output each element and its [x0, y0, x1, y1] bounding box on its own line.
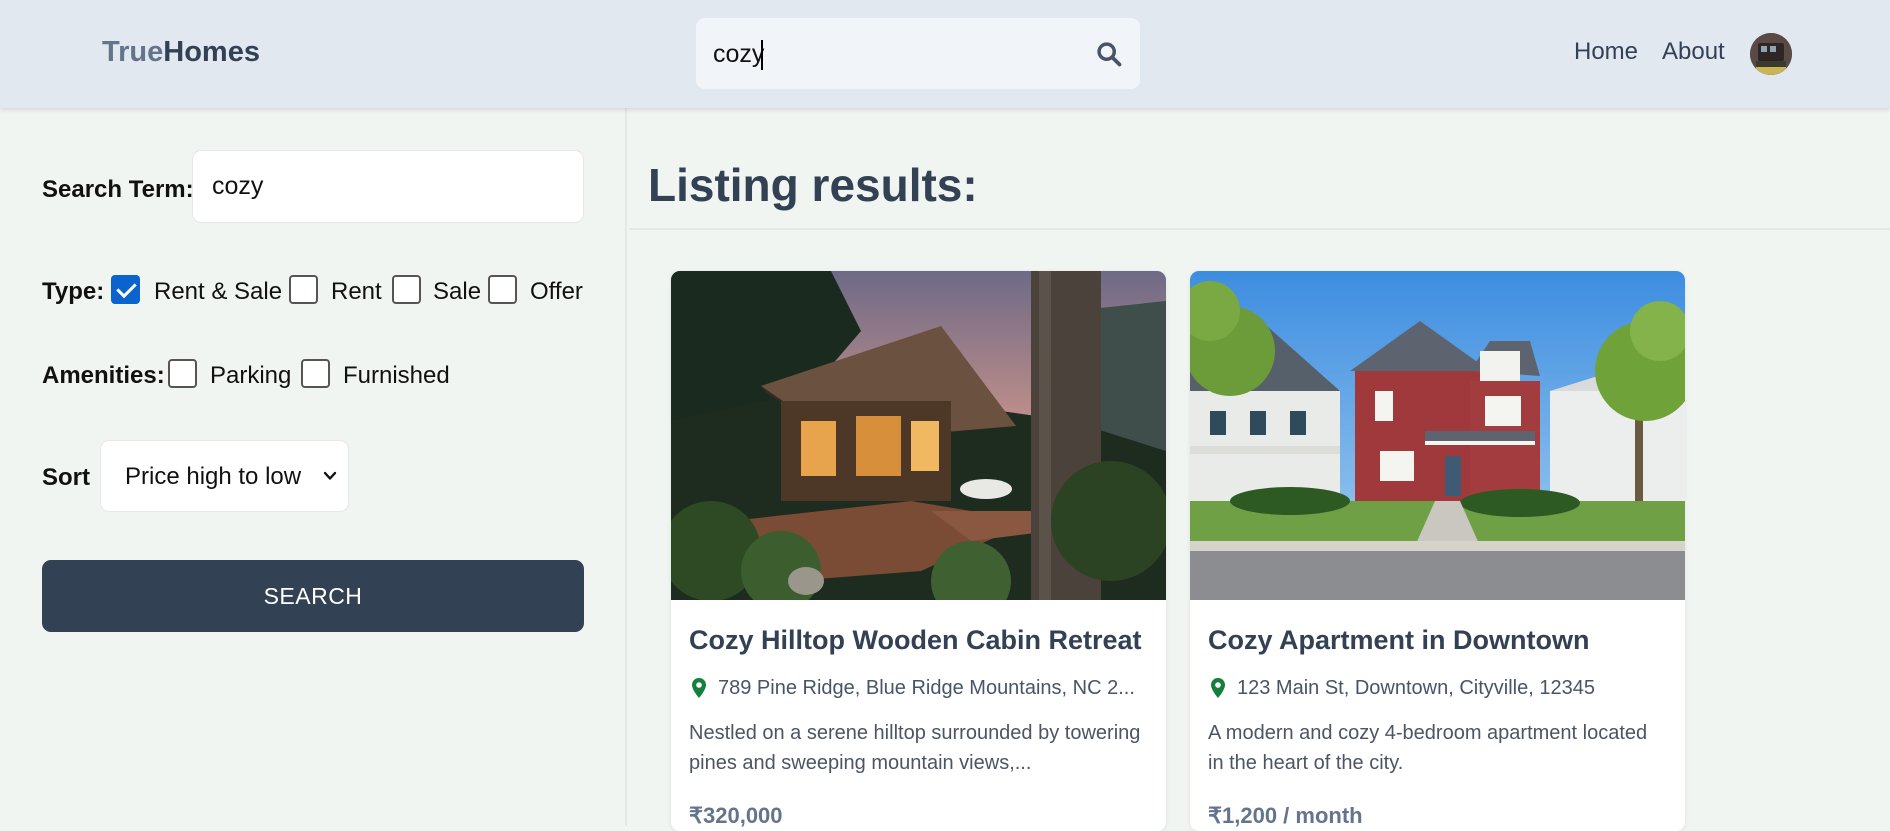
amenities-label: Amenities: — [42, 362, 165, 389]
listing-title[interactable]: Cozy Apartment in Downtown — [1208, 625, 1589, 656]
checkbox-offer[interactable] — [488, 275, 517, 304]
sort-selected-value: Price high to low — [125, 463, 302, 490]
user-avatar[interactable] — [1750, 33, 1792, 75]
map-pin-icon — [1211, 678, 1225, 698]
listing-description: Nestled on a serene hilltop surrounded b… — [689, 722, 1141, 774]
search-icon[interactable] — [1095, 40, 1123, 68]
listing-price: ₹320,000 — [689, 803, 783, 828]
logo-part-true: True — [102, 36, 164, 68]
checkbox-label-sale: Sale — [433, 278, 482, 305]
search-term-label: Search Term: — [42, 176, 194, 203]
results-divider — [629, 228, 1890, 230]
nav-home-link[interactable]: Home — [1574, 38, 1638, 66]
map-pin-icon — [692, 678, 706, 698]
listing-image-apartment[interactable] — [1190, 271, 1685, 600]
search-button[interactable]: SEARCH — [42, 560, 584, 632]
checkbox-rent-and-sale[interactable] — [111, 275, 140, 304]
listing-title[interactable]: Cozy Hilltop Wooden Cabin Retreat — [689, 625, 1142, 656]
checkbox-parking[interactable] — [168, 359, 197, 388]
listing-results-title: Listing results: — [648, 159, 978, 211]
checkbox-label-rent-and-sale: Rent & Sale — [154, 278, 283, 305]
sort-label: Sort — [42, 464, 90, 491]
type-label: Type: — [42, 278, 105, 305]
header-search-input[interactable] — [713, 36, 1073, 72]
text-caret — [761, 40, 763, 70]
listing-card[interactable]: Cozy Apartment in Downtown 123 Main St, … — [1190, 271, 1685, 831]
avatar-image — [1750, 33, 1792, 75]
listing-price: ₹1,200 / month — [1208, 803, 1363, 828]
chevron-down-icon — [323, 471, 337, 480]
listing-card[interactable]: Cozy Hilltop Wooden Cabin Retreat 789 Pi… — [671, 271, 1166, 831]
checkbox-label-offer: Offer — [530, 278, 583, 305]
listing-address: 789 Pine Ridge, Blue Ridge Mountains, NC… — [718, 677, 1135, 699]
listing-image-cabin[interactable] — [671, 271, 1166, 600]
checkbox-sale[interactable] — [392, 275, 421, 304]
checkbox-label-parking: Parking — [210, 362, 292, 389]
nav-about-link[interactable]: About — [1662, 38, 1725, 66]
listing-description: A modern and cozy 4-bedroom apartment lo… — [1208, 722, 1648, 774]
checkbox-rent[interactable] — [289, 275, 318, 304]
checkbox-label-rent: Rent — [331, 278, 382, 305]
listing-address: 123 Main St, Downtown, Cityville, 12345 — [1237, 677, 1595, 699]
logo-part-homes: Homes — [163, 36, 260, 68]
sort-select[interactable]: Price high to low — [100, 440, 349, 512]
site-logo[interactable]: TrueHomes — [102, 36, 260, 69]
top-header: TrueHomes Home About — [0, 0, 1890, 108]
checkbox-furnished[interactable] — [301, 359, 330, 388]
checkbox-label-furnished: Furnished — [343, 362, 450, 389]
search-term-input[interactable] — [192, 150, 584, 223]
